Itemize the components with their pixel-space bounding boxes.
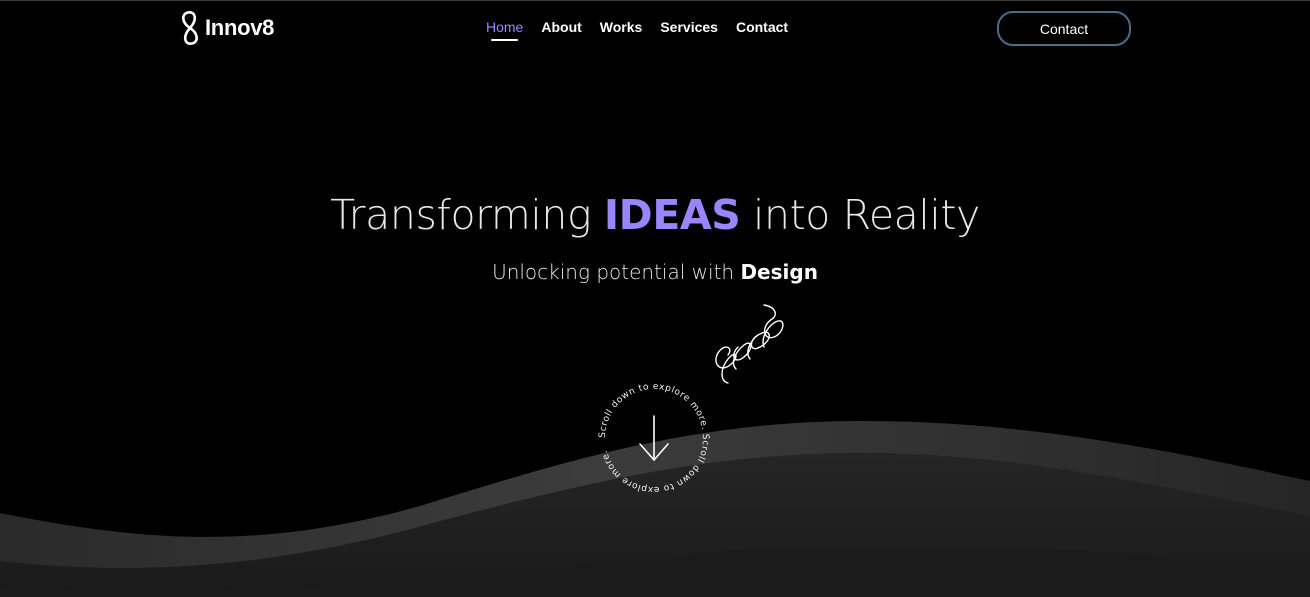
hero-title: Transforming IDEAS into Reality <box>0 191 1310 239</box>
nav-item-about[interactable]: About <box>541 19 581 35</box>
nav-item-works[interactable]: Works <box>600 19 643 35</box>
brand-logo[interactable]: Innov8 <box>178 9 274 47</box>
hero-subtitle: Unlocking potential with Design <box>0 260 1310 284</box>
scroll-down-indicator[interactable]: Scroll down to explore more. Scroll down… <box>594 378 714 498</box>
hero-title-accent: IDEAS <box>603 191 741 239</box>
hero-subtitle-strong: Design <box>740 260 818 284</box>
hero-title-pre: Transforming <box>330 191 604 239</box>
squiggle-decoration <box>715 304 784 384</box>
nav-item-services[interactable]: Services <box>660 19 718 35</box>
landing-page: Innov8 Home About Works Services Contact… <box>0 0 1310 597</box>
hero-title-post: into Reality <box>740 191 980 239</box>
contact-button[interactable]: Contact <box>997 11 1131 46</box>
infinity-8-icon <box>178 9 202 47</box>
brand-name: Innov8 <box>205 15 275 40</box>
background-waves <box>0 421 1310 597</box>
hero-subtitle-pre: Unlocking potential with <box>492 260 741 284</box>
nav-item-contact[interactable]: Contact <box>736 19 788 35</box>
scroll-ring: Scroll down to explore more. Scroll down… <box>598 382 710 494</box>
nav-item-home[interactable]: Home <box>486 19 523 41</box>
arrow-down-icon <box>639 415 669 461</box>
main-nav: Home About Works Services Contact <box>486 19 806 41</box>
